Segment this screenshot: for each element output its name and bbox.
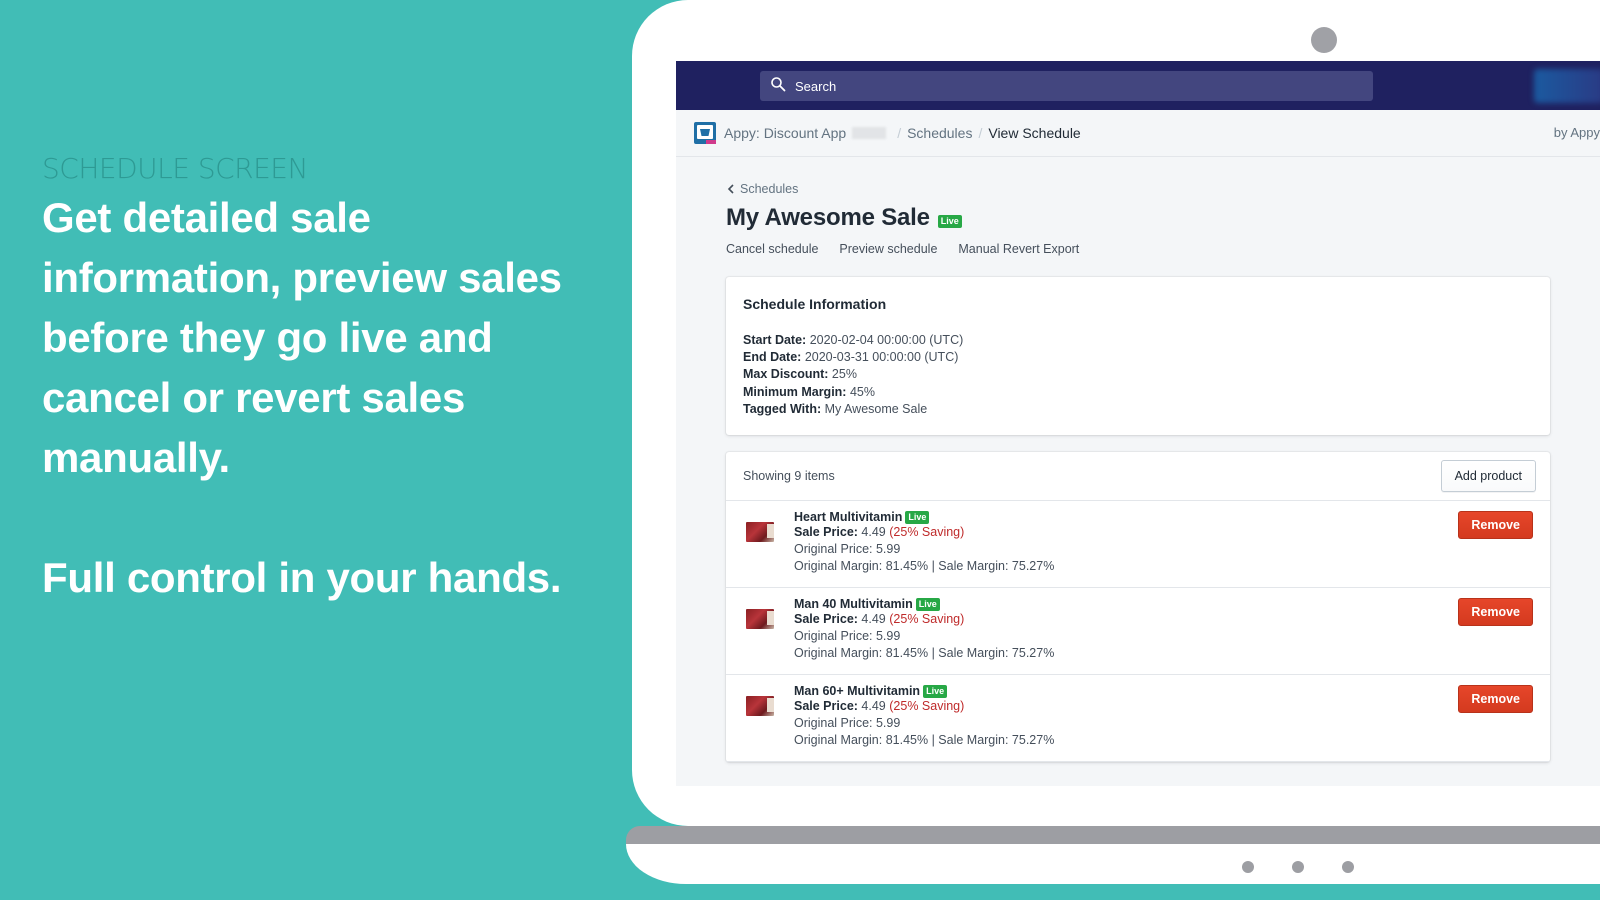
sale-price-line: Sale Price: 4.49 (25% Saving) <box>794 524 1550 541</box>
sale-price-line: Sale Price: 4.49 (25% Saving) <box>794 698 1550 715</box>
list-item: Heart Multivitamin Live Sale Price: 4.49… <box>726 501 1550 588</box>
promo-headline: Get detailed sale information, preview s… <box>42 194 562 481</box>
list-item: Man 40 Multivitamin Live Sale Price: 4.4… <box>726 588 1550 675</box>
status-badge: Live <box>937 214 962 228</box>
item-name-row: Man 40 Multivitamin Live <box>794 597 1550 611</box>
sale-price-label: Sale Price: <box>794 612 858 626</box>
cancel-schedule-button[interactable]: Cancel schedule <box>726 242 818 256</box>
field-label: Max Discount: <box>743 367 829 382</box>
product-name[interactable]: Man 60+ Multivitamin <box>794 684 920 698</box>
list-item: Man 60+ Multivitamin Live Sale Price: 4.… <box>726 675 1550 762</box>
sale-price-value: 4.49 <box>861 699 886 713</box>
schedule-info-card: Schedule Information Start Date: 2020-02… <box>726 277 1550 435</box>
account-avatar[interactable] <box>1534 69 1600 103</box>
field-value: My Awesome Sale <box>824 401 928 416</box>
field-value: 45% <box>849 384 875 399</box>
back-link-label: Schedules <box>740 182 799 196</box>
start-date-row: Start Date: 2020-02-04 00:00:00 (UTC) <box>743 332 1533 349</box>
sale-price-line: Sale Price: 4.49 (25% Saving) <box>794 611 1550 628</box>
search-placeholder: Search <box>795 78 837 94</box>
laptop-base <box>626 844 1600 884</box>
search-input[interactable]: Search <box>760 71 1373 101</box>
status-badge: Live <box>905 510 930 524</box>
items-header: Showing 9 items Add product <box>726 452 1550 501</box>
product-name[interactable]: Man 40 Multivitamin <box>794 597 913 611</box>
field-label: Tagged With: <box>743 401 822 416</box>
sale-price-label: Sale Price: <box>794 525 858 539</box>
schedule-info-list: Start Date: 2020-02-04 00:00:00 (UTC) En… <box>743 332 1533 418</box>
camera-icon <box>1311 27 1337 53</box>
item-name-row: Man 60+ Multivitamin Live <box>794 684 1550 698</box>
margins-line: Original Margin: 81.45% | Sale Margin: 7… <box>794 646 1055 661</box>
remove-button[interactable]: Remove <box>1458 511 1533 539</box>
field-value: 25% <box>831 367 857 382</box>
sale-price-value: 4.49 <box>861 525 886 539</box>
tagged-with-row: Tagged With: My Awesome Sale <box>743 401 1533 418</box>
schedule-info-heading: Schedule Information <box>743 296 887 312</box>
chevron-left-icon <box>727 184 734 194</box>
margins-line: Original Margin: 81.45% | Sale Margin: 7… <box>794 559 1055 574</box>
product-name[interactable]: Heart Multivitamin <box>794 510 902 524</box>
promo-eyebrow: SCHEDULE SCREEN <box>42 152 308 185</box>
original-price-line: Original Price: 5.99 <box>794 629 901 644</box>
status-badge: Live <box>923 684 948 698</box>
breadcrumb-current: View Schedule <box>988 125 1081 141</box>
redacted-store-name <box>852 127 887 139</box>
field-value: 2020-03-31 00:00:00 (UTC) <box>804 350 959 365</box>
product-thumbnail <box>746 522 774 542</box>
promo-tagline: Full control in your hands. <box>42 554 562 601</box>
breadcrumb-separator: / <box>978 125 983 141</box>
page-title: My Awesome Sale <box>726 204 930 231</box>
minimum-margin-row: Minimum Margin: 45% <box>743 384 1533 401</box>
original-price-line: Original Price: 5.99 <box>794 542 901 557</box>
remove-button[interactable]: Remove <box>1458 598 1533 626</box>
developer-credit[interactable]: by Appy <box>1554 125 1600 140</box>
manual-revert-export-button[interactable]: Manual Revert Export <box>958 242 1079 256</box>
item-name-row: Heart Multivitamin Live <box>794 510 1550 524</box>
remove-button[interactable]: Remove <box>1458 685 1533 713</box>
laptop-hinge <box>626 826 1600 844</box>
max-discount-row: Max Discount: 25% <box>743 366 1533 383</box>
field-label: Start Date: <box>743 333 807 347</box>
breadcrumb: Appy: Discount App / Schedules / View Sc… <box>676 110 1600 157</box>
page-actions: Cancel schedule Preview schedule Manual … <box>726 242 1600 256</box>
base-dot-icon <box>1242 861 1254 873</box>
app-logo-icon <box>694 122 716 144</box>
promo-copy: SCHEDULE SCREEN Get detailed sale inform… <box>42 152 602 608</box>
search-icon <box>770 76 786 97</box>
saving-text: (25% Saving) <box>889 525 965 539</box>
breadcrumb-separator: / <box>897 125 902 141</box>
breadcrumb-app[interactable]: Appy: Discount App <box>724 125 846 141</box>
back-link[interactable]: Schedules <box>726 182 1600 196</box>
add-product-button[interactable]: Add product <box>1440 460 1536 492</box>
preview-schedule-button[interactable]: Preview schedule <box>839 242 937 256</box>
original-price-line: Original Price: 5.99 <box>794 716 901 731</box>
items-count: Showing 9 items <box>743 469 835 483</box>
field-value: 2020-02-04 00:00:00 (UTC) <box>809 333 964 347</box>
cart-icon <box>700 129 710 136</box>
page-content: Schedules My Awesome Sale Live Cancel sc… <box>676 182 1600 762</box>
breadcrumb-schedules[interactable]: Schedules <box>907 125 972 141</box>
app-window: Search Appy: Discount App / Schedules / … <box>676 61 1600 786</box>
top-bar: Search <box>676 61 1600 110</box>
base-dot-icon <box>1292 861 1304 873</box>
saving-text: (25% Saving) <box>889 612 965 626</box>
product-thumbnail <box>746 609 774 629</box>
product-thumbnail <box>746 696 774 716</box>
end-date-row: End Date: 2020-03-31 00:00:00 (UTC) <box>743 349 1533 366</box>
status-badge: Live <box>915 597 940 611</box>
sale-price-value: 4.49 <box>861 612 886 626</box>
items-card: Showing 9 items Add product Heart Multiv… <box>726 452 1550 762</box>
field-label: Minimum Margin: <box>743 384 847 399</box>
base-dot-icon <box>1342 861 1354 873</box>
saving-text: (25% Saving) <box>889 699 965 713</box>
title-row: My Awesome Sale Live <box>726 204 1600 232</box>
sale-price-label: Sale Price: <box>794 699 858 713</box>
margins-line: Original Margin: 81.45% | Sale Margin: 7… <box>794 733 1055 748</box>
field-label: End Date: <box>743 350 802 365</box>
